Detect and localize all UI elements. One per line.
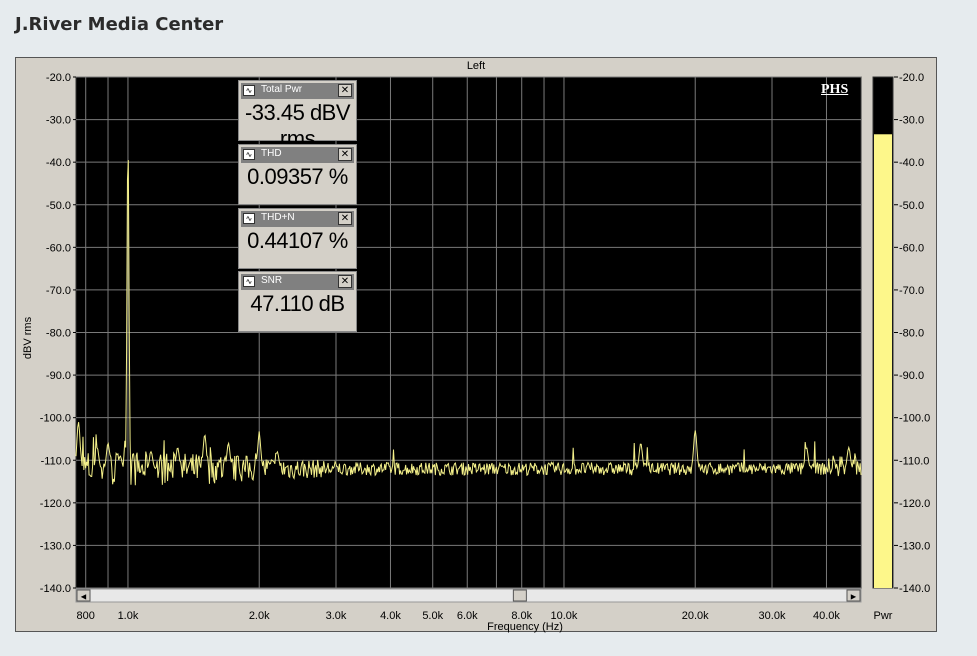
x-tick-label: 6.0k — [457, 610, 478, 622]
level-meter-label: Pwr — [874, 610, 893, 622]
meter-total-power[interactable]: ∿ Total Pwr ✕ -33.45 dBV rms — [238, 80, 357, 151]
meter-label: Total Pwr — [261, 84, 303, 95]
waveform-icon: ∿ — [243, 85, 255, 96]
y-axis-label: dBV rms — [22, 316, 34, 359]
meter-label: THD — [261, 148, 282, 159]
y-tick-label: -140.0 — [40, 583, 71, 595]
close-icon[interactable]: ✕ — [338, 275, 352, 288]
meter-label: THD+N — [261, 212, 295, 223]
y-tick-label: -50.0 — [46, 200, 71, 212]
y-tick-label: -30.0 — [46, 115, 71, 127]
meter-tick-label: -80.0 — [899, 328, 924, 340]
x-tick-label: 4.0k — [380, 610, 401, 622]
horizontal-scrollbar — [75, 588, 862, 603]
y-tick-label: -90.0 — [46, 370, 71, 382]
meter-tick-label: -130.0 — [899, 540, 930, 552]
meter-tick-label: -100.0 — [899, 413, 930, 425]
waveform-icon: ∿ — [243, 276, 255, 287]
x-axis-label: Frequency (Hz) — [487, 621, 563, 633]
y-tick-label: -120.0 — [40, 498, 71, 510]
y-tick-label: -20.0 — [46, 72, 71, 84]
x-tick-label: 1.0k — [118, 610, 139, 622]
meter-tick-label: -40.0 — [899, 157, 924, 169]
meter-tick-label: -50.0 — [899, 200, 924, 212]
meter-titlebar[interactable]: ∿ Total Pwr ✕ — [241, 83, 354, 99]
meter-tick-label: -120.0 — [899, 498, 930, 510]
scroll-thumb — [512, 589, 527, 602]
meter-thd-n[interactable]: ∿ THD+N ✕ 0.44107 % — [238, 208, 357, 269]
meter-tick-label: -30.0 — [899, 115, 924, 127]
meter-tick-label: -60.0 — [899, 242, 924, 254]
level-meter-bar — [874, 134, 892, 588]
meter-titlebar[interactable]: ∿ SNR ✕ — [241, 274, 354, 290]
x-tick-label: 40.0k — [813, 610, 840, 622]
x-tick-label: 20.0k — [682, 610, 709, 622]
y-tick-label: -130.0 — [40, 540, 71, 552]
x-tick-label: 800 — [77, 610, 95, 622]
waveform-icon: ∿ — [243, 213, 255, 224]
x-tick-label: 2.0k — [249, 610, 270, 622]
close-icon[interactable]: ✕ — [338, 84, 352, 97]
y-tick-label: -60.0 — [46, 242, 71, 254]
meter-titlebar[interactable]: ∿ THD+N ✕ — [241, 211, 354, 227]
waveform-icon: ∿ — [243, 149, 255, 160]
x-tick-label: 30.0k — [759, 610, 786, 622]
x-tick-label: 5.0k — [422, 610, 443, 622]
y-tick-label: -80.0 — [46, 328, 71, 340]
phs-logo: PHS — [821, 82, 849, 97]
meter-titlebar[interactable]: ∿ THD ✕ — [241, 147, 354, 163]
y-tick-label: -100.0 — [40, 413, 71, 425]
close-icon[interactable]: ✕ — [338, 212, 352, 225]
y-tick-label: -70.0 — [46, 285, 71, 297]
meter-value: 0.44107 % — [247, 228, 348, 253]
meter-tick-label: -140.0 — [899, 583, 930, 595]
x-tick-label: 3.0k — [326, 610, 347, 622]
meter-value: 0.09357 % — [247, 164, 348, 189]
scroll-right-arrow-icon: ► — [849, 592, 858, 602]
meter-tick-label: -20.0 — [899, 72, 924, 84]
y-tick-label: -40.0 — [46, 157, 71, 169]
spectrum-chart: -20.0 -20.0 -30.0 -30.0 -40.0 -40.0 -50.0 -50.0… — [22, 72, 930, 633]
meter-thd[interactable]: ∿ THD ✕ 0.09357 % — [238, 144, 357, 205]
meter-tick-label: -70.0 — [899, 285, 924, 297]
scroll-left-arrow-icon: ◄ — [79, 592, 88, 602]
y-tick-label: -110.0 — [41, 455, 71, 467]
meter-tick-label: -90.0 — [899, 370, 924, 382]
close-icon[interactable]: ✕ — [338, 148, 352, 161]
meter-snr[interactable]: ∿ SNR ✕ 47.110 dB — [238, 271, 357, 332]
meter-label: SNR — [261, 275, 283, 286]
meter-value: 47.110 dB — [250, 291, 345, 316]
meter-tick-label: -110.0 — [899, 455, 929, 467]
